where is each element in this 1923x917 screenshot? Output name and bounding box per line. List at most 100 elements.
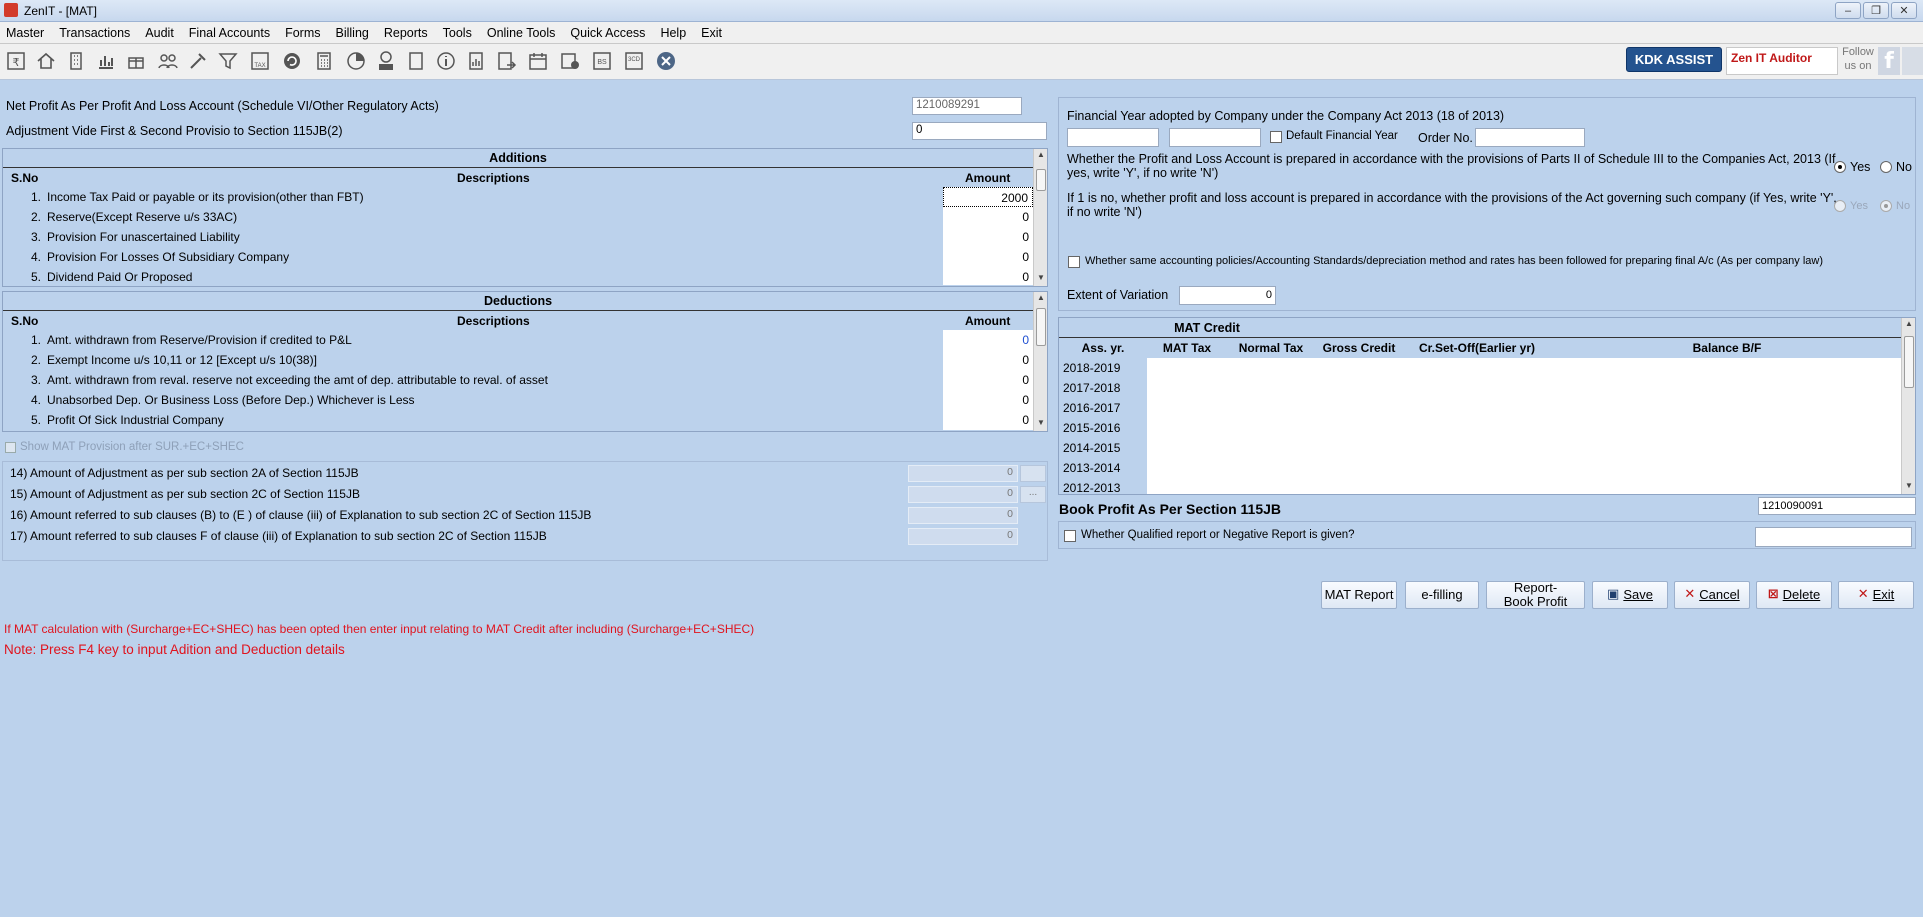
zen-it-auditor-link[interactable]: Zen IT Auditor xyxy=(1726,47,1838,75)
menu-audit[interactable]: Audit xyxy=(145,26,174,40)
mat-credit-row[interactable]: 2013-2014 xyxy=(1059,458,1903,478)
mat-report-button[interactable]: MAT Report xyxy=(1321,581,1397,609)
scroll-thumb[interactable] xyxy=(1904,336,1914,388)
fy-to-field[interactable] xyxy=(1169,128,1261,147)
menu-help[interactable]: Help xyxy=(660,26,686,40)
tax-icon[interactable]: TAX xyxy=(248,49,272,73)
facebook-icon[interactable]: f xyxy=(1878,47,1900,75)
qualified-report-field[interactable] xyxy=(1755,527,1912,547)
menu-online-tools[interactable]: Online Tools xyxy=(487,26,556,40)
q1-yes-radio[interactable] xyxy=(1834,161,1846,173)
amount-field[interactable]: 0 xyxy=(943,247,1033,267)
book-profit-field[interactable]: 1210090091 xyxy=(1758,497,1916,515)
extent-variation-field[interactable]: 0 xyxy=(1179,286,1276,305)
menu-exit[interactable]: Exit xyxy=(701,26,722,40)
amount-field[interactable]: 0 xyxy=(943,330,1033,350)
calendar-icon[interactable] xyxy=(526,49,550,73)
table-row[interactable]: 1. Income Tax Paid or payable or its pro… xyxy=(3,187,1033,207)
menu-master[interactable]: Master xyxy=(6,26,44,40)
twitter-icon[interactable] xyxy=(1902,47,1923,75)
users-icon[interactable] xyxy=(156,49,180,73)
table-row[interactable]: 5. Profit Of Sick Industrial Company 0 xyxy=(3,410,1033,430)
net-profit-field[interactable]: 1210089291 xyxy=(912,97,1022,115)
menu-reports[interactable]: Reports xyxy=(384,26,428,40)
scroll-up-icon[interactable]: ▲ xyxy=(1034,293,1048,305)
export-icon[interactable] xyxy=(494,49,518,73)
scroll-down-icon[interactable]: ▼ xyxy=(1902,481,1916,493)
additions-scrollbar[interactable]: ▲ ▼ xyxy=(1033,149,1047,286)
amount-field[interactable]: 0 xyxy=(943,390,1033,410)
amount-field[interactable]: 0 xyxy=(943,207,1033,227)
q2-no-radio[interactable] xyxy=(1880,200,1892,212)
settings-icon[interactable] xyxy=(558,49,582,73)
rupee-icon[interactable]: ₹ xyxy=(4,49,28,73)
home-icon[interactable] xyxy=(34,49,58,73)
report-book-profit-button[interactable]: Report-Book Profit xyxy=(1486,581,1585,609)
table-row[interactable]: 2. Exempt Income u/s 10,11 or 12 [Except… xyxy=(3,350,1033,370)
calculator-icon[interactable] xyxy=(312,49,336,73)
scroll-up-icon[interactable]: ▲ xyxy=(1902,319,1916,331)
close-window-button[interactable]: ✕ xyxy=(1891,2,1917,19)
table-row[interactable]: 4. Provision For Losses Of Subsidiary Co… xyxy=(3,247,1033,267)
mat-credit-row[interactable]: 2018-2019 xyxy=(1059,358,1903,378)
amount-field[interactable]: 0 xyxy=(943,227,1033,247)
amount-field[interactable]: 0 xyxy=(943,267,1033,285)
mat-credit-scrollbar[interactable]: ▲ ▼ xyxy=(1901,318,1915,494)
scroll-down-icon[interactable]: ▼ xyxy=(1034,418,1048,430)
same-accounting-checkbox[interactable] xyxy=(1068,256,1080,268)
cancel-button[interactable]: ✕ Cancel xyxy=(1674,581,1750,609)
adjustment-14-button[interactable] xyxy=(1020,465,1046,482)
mat-credit-row[interactable]: 2017-2018 xyxy=(1059,378,1903,398)
adjustment-16-field[interactable]: 0 xyxy=(908,507,1018,524)
scroll-up-icon[interactable]: ▲ xyxy=(1034,150,1048,162)
scroll-thumb[interactable] xyxy=(1036,308,1046,346)
mat-credit-row[interactable]: 2015-2016 xyxy=(1059,418,1903,438)
chart-icon[interactable] xyxy=(94,49,118,73)
table-row[interactable]: 5. Dividend Paid Or Proposed 0 xyxy=(3,267,1033,285)
3cd-icon[interactable]: 3CD xyxy=(622,49,646,73)
save-button[interactable]: ▣ Save xyxy=(1592,581,1668,609)
table-row[interactable]: 1. Amt. withdrawn from Reserve/Provision… xyxy=(3,330,1033,350)
efilling-button[interactable]: e-filling xyxy=(1405,581,1479,609)
fy-from-field[interactable] xyxy=(1067,128,1159,147)
bs-icon[interactable]: BS xyxy=(590,49,614,73)
kdk-assist-button[interactable]: KDK ASSIST xyxy=(1626,47,1722,72)
info-icon[interactable] xyxy=(434,49,458,73)
q2-yes-radio[interactable] xyxy=(1834,200,1846,212)
restore-button[interactable]: ❐ xyxy=(1863,2,1889,19)
menu-billing[interactable]: Billing xyxy=(336,26,369,40)
amount-field[interactable]: 2000 xyxy=(943,187,1033,207)
tools-icon[interactable] xyxy=(186,49,210,73)
book-icon[interactable] xyxy=(404,49,428,73)
delete-button[interactable]: ⊠ Delete xyxy=(1756,581,1832,609)
exit-button[interactable]: ✕ Exit xyxy=(1838,581,1914,609)
mat-credit-row[interactable]: 2016-2017 xyxy=(1059,398,1903,418)
show-mat-provision-checkbox[interactable] xyxy=(5,442,16,453)
filter-icon[interactable] xyxy=(216,49,240,73)
building-icon[interactable] xyxy=(64,49,88,73)
default-fy-checkbox[interactable] xyxy=(1270,131,1282,143)
deductions-scrollbar[interactable]: ▲ ▼ xyxy=(1033,292,1047,431)
amount-field[interactable]: 0 xyxy=(943,350,1033,370)
adjustment-15-button[interactable]: ... xyxy=(1020,486,1046,503)
order-no-field[interactable] xyxy=(1475,128,1585,147)
qualified-report-checkbox[interactable] xyxy=(1064,530,1076,542)
menu-tools[interactable]: Tools xyxy=(443,26,472,40)
minimize-button[interactable]: – xyxy=(1835,2,1861,19)
adjustment-17-field[interactable]: 0 xyxy=(908,528,1018,545)
scroll-thumb[interactable] xyxy=(1036,169,1046,191)
refresh-icon[interactable] xyxy=(280,49,304,73)
pie-icon[interactable] xyxy=(344,49,368,73)
pay-icon[interactable] xyxy=(374,49,398,73)
q1-no-radio[interactable] xyxy=(1880,161,1892,173)
scroll-down-icon[interactable]: ▼ xyxy=(1034,273,1048,285)
adjustment-field[interactable]: 0 xyxy=(912,122,1047,140)
table-row[interactable]: 3. Amt. withdrawn from reval. reserve no… xyxy=(3,370,1033,390)
adjustment-15-field[interactable]: 0 xyxy=(908,486,1018,503)
gift-icon[interactable] xyxy=(124,49,148,73)
table-row[interactable]: 4. Unabsorbed Dep. Or Business Loss (Bef… xyxy=(3,390,1033,410)
close-icon[interactable] xyxy=(654,49,678,73)
mat-credit-row[interactable]: 2012-2013 xyxy=(1059,478,1901,494)
menu-forms[interactable]: Forms xyxy=(285,26,320,40)
menu-quick-access[interactable]: Quick Access xyxy=(570,26,645,40)
